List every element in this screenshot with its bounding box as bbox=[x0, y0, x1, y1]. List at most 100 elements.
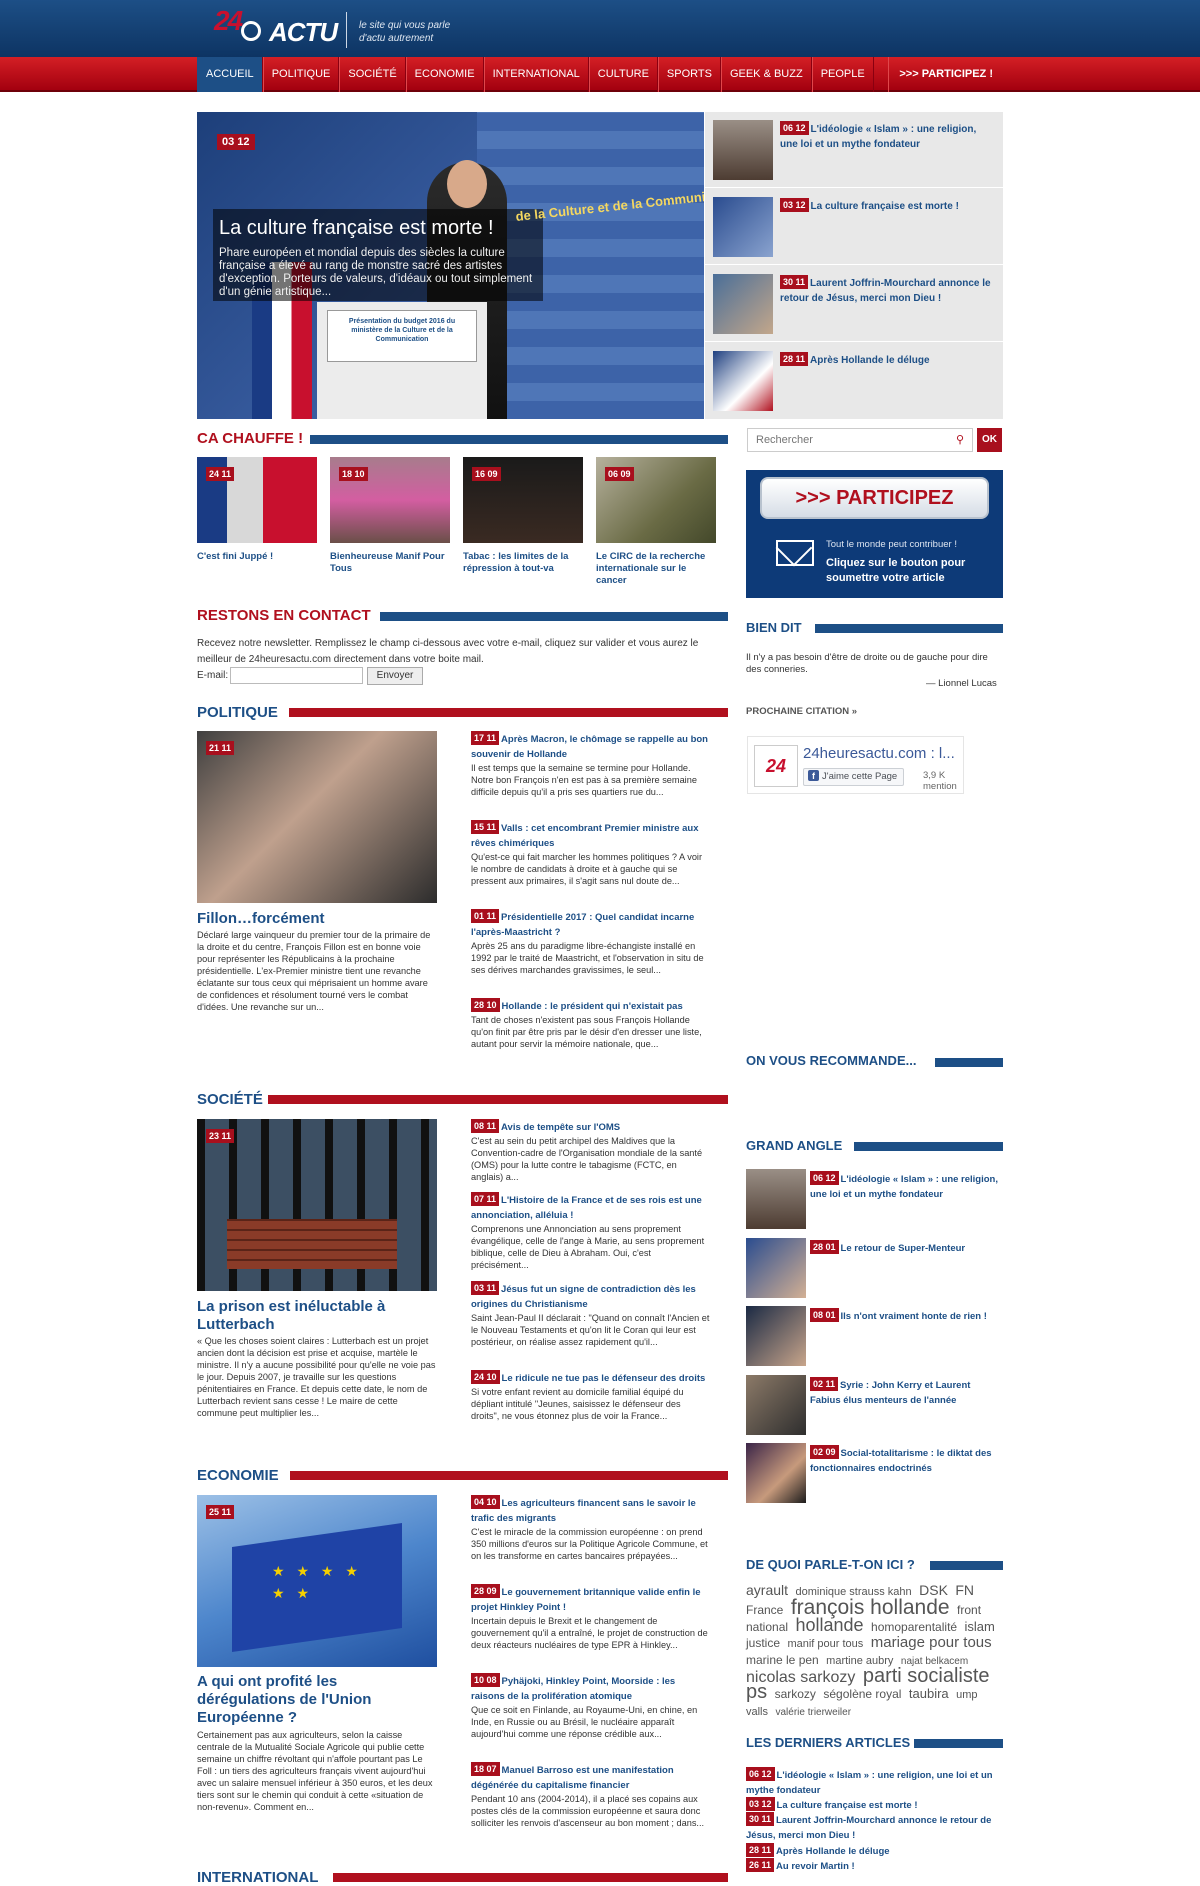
economie-article[interactable]: 28 09 Le gouvernement britannique valide … bbox=[471, 1584, 711, 1651]
article-date: 07 11 bbox=[471, 1192, 500, 1206]
nav-societe[interactable]: SOCIÉTÉ bbox=[339, 57, 406, 92]
article-date: 10 08 bbox=[471, 1673, 500, 1687]
search-icon[interactable]: ⚲ bbox=[956, 433, 964, 446]
tag-link[interactable]: sarkozy bbox=[775, 1687, 816, 1701]
grand-angle-item[interactable]: 08 01 Ils n'ont vraiment honte de rien ! bbox=[746, 1306, 1006, 1368]
chauffe-card[interactable]: 06 09 Le CIRC de la recherche internatio… bbox=[596, 457, 716, 586]
politique-main-excerpt: Déclaré large vainqueur du premier tour … bbox=[197, 930, 431, 1012]
latest-title: Après Hollande le déluge bbox=[776, 1846, 890, 1857]
tag-link[interactable]: hollande bbox=[796, 1615, 864, 1635]
grand-angle-item[interactable]: 06 12 L'idéologie « Islam » : une religio… bbox=[746, 1169, 1006, 1231]
chauffe-card[interactable]: 18 10 Bienheureuse Manif Pour Tous bbox=[330, 457, 450, 574]
economie-article[interactable]: 10 08 Pyhäjoki, Hinkley Point, Moorside :… bbox=[471, 1673, 711, 1740]
societe-article[interactable]: 07 11 L'Histoire de la France et de ses r… bbox=[471, 1192, 711, 1271]
article-title: L'Histoire de la France et de ses rois e… bbox=[471, 1195, 702, 1221]
chauffe-date: 18 10 bbox=[339, 467, 368, 481]
nav-geek-buzz[interactable]: GEEK & BUZZ bbox=[720, 57, 812, 92]
politique-main-image[interactable]: 21 11 bbox=[197, 731, 437, 903]
hero-list-thumb bbox=[713, 351, 773, 411]
economie-main-title[interactable]: A qui ont profité les dérégulations de l… bbox=[197, 1673, 437, 1727]
quote-author: — Lionnel Lucas bbox=[926, 678, 997, 689]
newsletter-submit[interactable]: Envoyer bbox=[367, 667, 423, 685]
fb-page-logo: 24 bbox=[754, 745, 798, 787]
hero-list-item[interactable]: 28 11 Après Hollande le déluge bbox=[705, 343, 1003, 419]
tag-link[interactable]: parti socialiste bbox=[863, 1665, 990, 1687]
tag-link[interactable]: ps bbox=[746, 1681, 767, 1703]
tag-link[interactable]: justice bbox=[746, 1636, 780, 1650]
societe-article[interactable]: 03 11 Jésus fut un signe de contradiction… bbox=[471, 1281, 711, 1348]
hero-title[interactable]: La culture française est morte ! bbox=[219, 217, 494, 240]
chauffe-card[interactable]: 16 09 Tabac : les limites de la répressi… bbox=[463, 457, 583, 574]
nav-international[interactable]: INTERNATIONAL bbox=[483, 57, 589, 92]
nav-people[interactable]: PEOPLE bbox=[811, 57, 874, 92]
fb-page-name[interactable]: 24heuresactu.com : l... bbox=[803, 745, 955, 762]
economie-article[interactable]: 04 10 Les agriculteurs financent sans le … bbox=[471, 1495, 711, 1562]
participez-button[interactable]: >>> PARTICIPEZ bbox=[760, 477, 989, 519]
nav-sports[interactable]: SPORTS bbox=[657, 57, 721, 92]
latest-article[interactable]: 06 12 L'idéologie « Islam » : une religio… bbox=[746, 1767, 1006, 1798]
tag-link[interactable]: ségolène royal bbox=[823, 1687, 901, 1701]
logo-divider bbox=[346, 12, 347, 48]
grand-angle-thumb bbox=[746, 1238, 806, 1298]
fb-like-button[interactable]: J'aime cette Page bbox=[803, 768, 905, 786]
nav-culture[interactable]: CULTURE bbox=[588, 57, 658, 92]
latest-title: L'idéologie « Islam » : une religion, un… bbox=[746, 1770, 993, 1796]
tag-link[interactable]: FN bbox=[955, 1582, 974, 1598]
tag-link[interactable]: valérie trierweiler bbox=[775, 1707, 851, 1718]
latest-date: 26 11 bbox=[746, 1858, 775, 1872]
hero-list-thumb bbox=[713, 274, 773, 334]
nav-politique[interactable]: POLITIQUE bbox=[262, 57, 340, 92]
section-rule bbox=[290, 1471, 728, 1480]
email-input[interactable] bbox=[230, 667, 363, 684]
politique-article[interactable]: 15 11 Valls : cet encombrant Premier mini… bbox=[471, 820, 711, 887]
economie-article[interactable]: 18 07 Manuel Barroso est une manifestatio… bbox=[471, 1762, 711, 1829]
nav-accueil[interactable]: ACCUEIL bbox=[197, 57, 263, 92]
tag-link[interactable]: valls bbox=[746, 1706, 768, 1718]
economie-main-image[interactable]: 25 11 ★ ★ ★ ★ ★ ★ bbox=[197, 1495, 437, 1667]
search-input[interactable] bbox=[747, 428, 973, 452]
tag-link[interactable]: marine le pen bbox=[746, 1653, 819, 1667]
societe-article[interactable]: 24 10 Le ridicule ne tue pas le défenseur… bbox=[471, 1370, 711, 1422]
grand-angle-item[interactable]: 02 09 Social-totalitarisme : le diktat de… bbox=[746, 1443, 1006, 1505]
hero-list-item[interactable]: 03 12 La culture française est morte ! bbox=[705, 189, 1003, 265]
article-date: 03 11 bbox=[471, 1281, 500, 1295]
next-quote-link[interactable]: PROCHAINE CITATION » bbox=[746, 706, 857, 717]
participez-line-1: Tout le monde peut contribuer ! bbox=[826, 539, 957, 550]
nav-participez[interactable]: >>> PARTICIPEZ ! bbox=[888, 57, 1003, 92]
tag-link[interactable]: ayrault bbox=[746, 1582, 788, 1598]
tag-link[interactable]: France bbox=[746, 1603, 783, 1617]
tag-link[interactable]: ump bbox=[956, 1689, 977, 1701]
politique-article[interactable]: 17 11 Après Macron, le chômage se rappell… bbox=[471, 731, 711, 798]
tag-link[interactable]: manif pour tous bbox=[787, 1638, 863, 1650]
hero-list-item[interactable]: 30 11 Laurent Joffrin-Mourchard annonce l… bbox=[705, 266, 1003, 342]
site-logo[interactable]: 24 ACTU le site qui vous parle d'actu aut… bbox=[214, 5, 554, 51]
societe-main-image[interactable]: 23 11 bbox=[197, 1119, 437, 1291]
fb-like-count: 3,9 K mention bbox=[923, 770, 957, 792]
societe-main-title[interactable]: La prison est inéluctable à Lutterbach bbox=[197, 1298, 437, 1334]
search-ok-button[interactable]: OK bbox=[977, 428, 1002, 452]
article-excerpt: Comprenons une Annonciation au sens prop… bbox=[471, 1224, 705, 1270]
article-date: 08 11 bbox=[471, 1119, 500, 1133]
latest-article[interactable]: 03 12 La culture française est morte ! bbox=[746, 1797, 1006, 1813]
politique-article[interactable]: 01 11 Présidentielle 2017 : Quel candidat… bbox=[471, 909, 711, 976]
hero-list-item[interactable]: 06 12 L'idéologie « Islam » : une religio… bbox=[705, 112, 1003, 188]
tag-link[interactable]: homoparentalité bbox=[871, 1620, 957, 1634]
grand-angle-item[interactable]: 02 11 Syrie : John Kerry et Laurent Fabiu… bbox=[746, 1375, 1006, 1437]
chauffe-image: 16 09 bbox=[463, 457, 583, 543]
article-date: 17 11 bbox=[471, 731, 500, 745]
hero-slider[interactable]: Présentation du budget 2016 du ministère… bbox=[197, 112, 704, 419]
politique-main-title[interactable]: Fillon…forcément bbox=[197, 910, 437, 928]
societe-article[interactable]: 08 11 Avis de tempête sur l'OMS C'est au s… bbox=[471, 1119, 711, 1183]
latest-article[interactable]: 30 11 Laurent Joffrin-Mourchard annonce l… bbox=[746, 1812, 1006, 1843]
chauffe-card[interactable]: 24 11 C'est fini Juppé ! bbox=[197, 457, 317, 562]
tag-link[interactable]: taubira bbox=[909, 1686, 949, 1701]
politique-article[interactable]: 28 10 Hollande : le président qui n'exist… bbox=[471, 998, 711, 1050]
tag-link[interactable]: mariage pour tous bbox=[871, 1634, 992, 1651]
article-excerpt: C'est le miracle de la commission europé… bbox=[471, 1527, 708, 1561]
tag-link[interactable]: islam bbox=[965, 1619, 995, 1634]
nav-economie[interactable]: ECONOMIE bbox=[405, 57, 484, 92]
latest-article[interactable]: 26 11 Au revoir Martin ! bbox=[746, 1858, 1006, 1874]
grand-angle-item[interactable]: 28 01 Le retour de Super-Menteur bbox=[746, 1238, 1006, 1300]
chauffe-image: 18 10 bbox=[330, 457, 450, 543]
latest-article[interactable]: 28 11 Après Hollande le déluge bbox=[746, 1843, 1006, 1859]
